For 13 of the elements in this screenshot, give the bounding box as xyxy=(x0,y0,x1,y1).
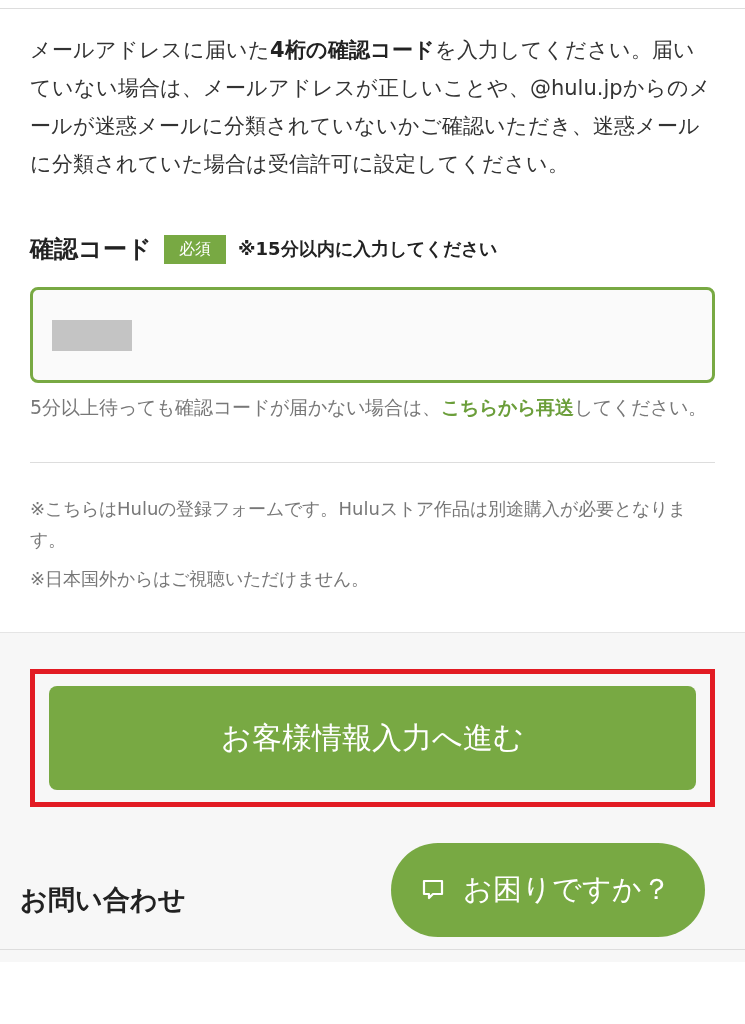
code-input-field[interactable] xyxy=(30,287,715,383)
field-note: ※15分以内に入力してください xyxy=(238,237,497,261)
instruction-text: メールアドレスに届いた4桁の確認コードを入力してください。届いていない場合は、メールアドレスが正しいことや、@hulu.jpからのメールが迷惑メールに分類されていないかご確認いただき、迷惑メールに分類されていた場合は受信許可に設定してください。 xyxy=(30,37,712,178)
resend-text: 5分以上待っても確認コードが届かない場合は、こちらから再送 してください。 xyxy=(30,395,709,420)
resend-link[interactable]: こちらから再送 xyxy=(441,396,575,418)
disclaimer-text: ※日本国外からはご視聴いただけません。 xyxy=(30,567,371,591)
disclaimer-text: ※こちらはHuluの登録フォームです。Huluストア作品は別途購入が必要となります。 xyxy=(30,497,687,552)
contact-heading: お問い合わせ xyxy=(20,883,186,917)
required-badge: 必須 xyxy=(164,234,226,264)
field-label: 確認コード xyxy=(30,234,152,265)
speech-bubble-icon xyxy=(421,878,445,902)
help-button[interactable]: お困りですか？ xyxy=(391,843,705,937)
submit-button[interactable]: お客様情報入力へ進む xyxy=(49,686,696,790)
